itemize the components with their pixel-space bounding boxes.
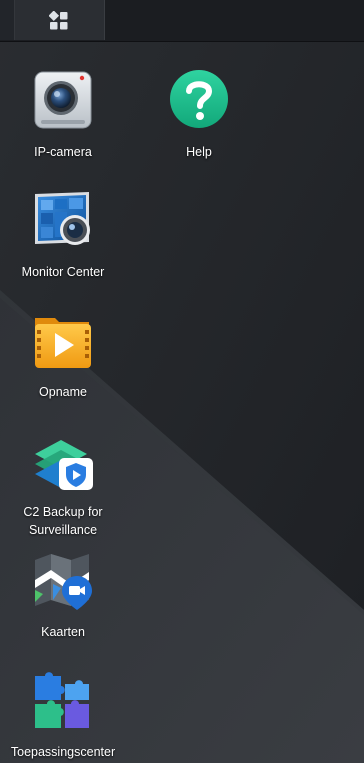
map-icon <box>35 554 92 610</box>
shortcut-label: C2 Backup for Surveillance <box>23 505 103 537</box>
taskbar-show-desktop[interactable] <box>0 0 15 40</box>
shortcut-kaarten[interactable]: Kaarten <box>1 550 125 641</box>
shortcut-label: Kaarten <box>41 625 85 639</box>
shortcut-opname[interactable]: Opname <box>1 310 125 401</box>
shortcut-ip-camera[interactable]: IP-camera <box>1 70 125 161</box>
shortcut-toepassingscenter[interactable]: Toepassingscenter <box>1 670 125 761</box>
monitor-center-icon <box>35 192 90 245</box>
help-icon <box>170 70 228 128</box>
shortcut-c2-backup[interactable]: C2 Backup for Surveillance <box>1 430 125 539</box>
shortcut-label: Help <box>186 145 212 159</box>
application-center-icon <box>35 672 89 728</box>
grid-icon <box>49 11 68 30</box>
shortcut-label: Opname <box>39 385 87 399</box>
recording-icon <box>35 318 91 368</box>
ip-camera-icon <box>34 71 92 129</box>
main-menu-button[interactable] <box>15 0 105 40</box>
c2-backup-icon <box>35 440 93 490</box>
shortcut-label: Monitor Center <box>21 265 105 279</box>
shortcut-help[interactable]: Help <box>137 70 261 161</box>
taskbar <box>0 0 364 42</box>
shortcut-label: IP-camera <box>34 145 92 159</box>
shortcut-label: Toepassingscenter <box>10 745 116 759</box>
shortcut-monitor-center[interactable]: Monitor Center <box>1 190 125 281</box>
